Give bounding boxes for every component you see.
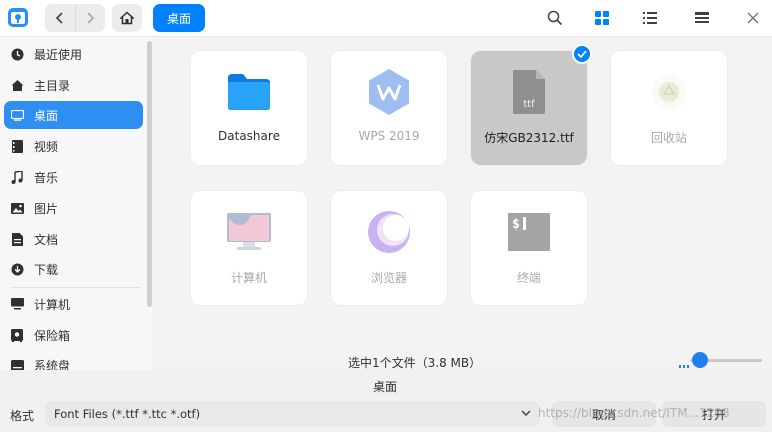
selected-check-icon bbox=[572, 44, 592, 64]
document-icon bbox=[10, 232, 24, 246]
sidebar-item-label: 视频 bbox=[34, 139, 59, 154]
chevron-down-icon bbox=[521, 410, 531, 417]
file-item-terminal[interactable]: $ 终端 bbox=[471, 191, 587, 305]
sidebar-item-label: 下载 bbox=[34, 262, 59, 277]
sidebar-item-music[interactable]: 音乐 bbox=[4, 163, 143, 191]
download-icon bbox=[10, 262, 24, 276]
home-button[interactable] bbox=[112, 4, 142, 32]
sidebar-item-label: 计算机 bbox=[34, 297, 71, 312]
format-select[interactable]: Font Files (*.ttf *.ttc *.otf) bbox=[45, 401, 539, 427]
app-logo-icon bbox=[7, 6, 29, 28]
file-item-ttf[interactable]: ttf 仿宋GB2312.ttf bbox=[471, 51, 587, 165]
sidebar-item-label: 图片 bbox=[34, 201, 59, 216]
sidebar-item-video[interactable]: 视频 bbox=[4, 132, 143, 160]
open-button[interactable]: 打开 bbox=[662, 401, 766, 427]
terminal-icon: $ bbox=[504, 207, 554, 257]
file-label: WPS 2019 bbox=[358, 129, 420, 143]
sidebar-item-documents[interactable]: 文档 bbox=[4, 225, 143, 253]
list-view-icon[interactable] bbox=[640, 8, 660, 28]
sidebar-item-label: 主目录 bbox=[34, 78, 71, 93]
file-item-datashare[interactable]: Datashare bbox=[191, 51, 307, 165]
back-button[interactable] bbox=[45, 4, 75, 32]
forward-icon bbox=[87, 12, 95, 24]
sidebar-item-label: 系统盘 bbox=[34, 358, 71, 371]
sidebar-item-desktop[interactable]: 桌面 bbox=[4, 101, 143, 129]
ttf-file-icon: ttf bbox=[504, 67, 554, 117]
file-label: 终端 bbox=[516, 271, 541, 285]
browser-icon bbox=[364, 207, 414, 257]
navigation-buttons bbox=[45, 4, 105, 32]
icon-view-icon[interactable] bbox=[592, 8, 612, 28]
svg-text:$: $ bbox=[512, 217, 520, 232]
home-icon bbox=[10, 78, 24, 92]
clock-icon bbox=[10, 47, 24, 61]
zoom-slider-handle[interactable] bbox=[692, 352, 708, 368]
sidebar-item-safe[interactable]: 保险箱 bbox=[4, 321, 143, 349]
file-label: 仿宋GB2312.ttf bbox=[484, 131, 574, 145]
picture-icon bbox=[10, 201, 24, 215]
computer-icon bbox=[224, 207, 274, 257]
close-icon[interactable] bbox=[743, 8, 763, 28]
trash-icon bbox=[644, 67, 694, 117]
svg-text:ttf: ttf bbox=[523, 99, 535, 110]
cancel-button[interactable]: 取消 bbox=[552, 401, 656, 427]
toolbar: 桌面 bbox=[0, 0, 772, 37]
video-icon bbox=[10, 139, 24, 153]
format-select-value: Font Files (*.ttf *.ttc *.otf) bbox=[54, 407, 201, 421]
safe-icon bbox=[10, 328, 24, 342]
sidebar-item-recent[interactable]: 最近使用 bbox=[4, 40, 143, 68]
file-item-trash[interactable]: 回收站 bbox=[611, 51, 727, 165]
folder-icon bbox=[224, 67, 274, 117]
sidebar-item-computer[interactable]: 计算机 bbox=[4, 290, 143, 318]
format-label: 格式 bbox=[10, 409, 35, 423]
sidebar-item-label: 保险箱 bbox=[34, 328, 71, 343]
file-label: Datashare bbox=[218, 129, 280, 143]
sidebar-item-system-disk[interactable]: 系统盘 bbox=[4, 351, 143, 370]
file-label: 回收站 bbox=[650, 131, 687, 145]
sidebar-divider bbox=[10, 287, 140, 288]
sidebar: 最近使用 主目录 桌面 视频 音乐 图片 文档 下载 计算机 保险箱 系统盘 bbox=[0, 37, 152, 370]
disk-icon bbox=[10, 358, 24, 370]
search-icon[interactable] bbox=[545, 8, 565, 28]
music-icon bbox=[10, 170, 24, 184]
file-item-browser[interactable]: 浏览器 bbox=[331, 191, 447, 305]
sidebar-item-downloads[interactable]: 下载 bbox=[4, 255, 143, 283]
sidebar-item-label: 文档 bbox=[34, 232, 59, 247]
sidebar-item-home[interactable]: 主目录 bbox=[4, 71, 143, 99]
sidebar-item-label: 最近使用 bbox=[34, 47, 83, 62]
zoom-small-icon bbox=[679, 358, 693, 368]
sidebar-item-label: 音乐 bbox=[34, 170, 59, 185]
file-label: 计算机 bbox=[230, 271, 267, 285]
back-icon bbox=[55, 12, 63, 24]
file-item-wps[interactable]: WPS 2019 bbox=[331, 51, 447, 165]
wps-icon bbox=[364, 67, 414, 117]
breadcrumb-desktop[interactable]: 桌面 bbox=[153, 4, 206, 32]
desktop-icon bbox=[10, 108, 24, 122]
file-item-computer[interactable]: 计算机 bbox=[191, 191, 307, 305]
forward-button[interactable] bbox=[74, 4, 106, 32]
sidebar-item-pictures[interactable]: 图片 bbox=[4, 194, 143, 222]
computer-icon bbox=[10, 297, 24, 311]
sidebar-item-label: 桌面 bbox=[34, 108, 59, 123]
detail-view-icon[interactable] bbox=[692, 8, 712, 28]
home-icon bbox=[120, 11, 134, 25]
filename-text: 桌面 bbox=[373, 380, 398, 394]
file-label: 浏览器 bbox=[370, 271, 407, 285]
selection-status: 选中1个文件（3.8 MB） bbox=[348, 356, 482, 370]
